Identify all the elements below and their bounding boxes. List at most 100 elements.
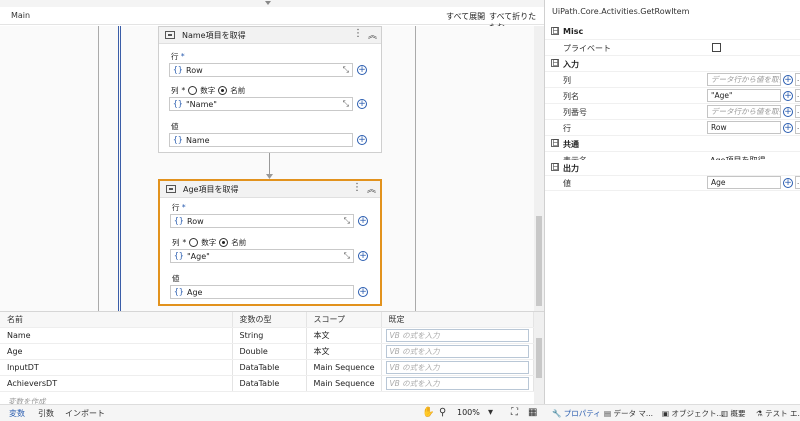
radio-name[interactable] (218, 86, 228, 95)
fit-screen-icon[interactable]: ⛶ (511, 407, 518, 418)
value-field[interactable]: {} Age (170, 285, 354, 299)
activity-title[interactable]: Age項目を取得 (183, 184, 238, 195)
var-scope[interactable]: 本文 (306, 343, 382, 360)
collapse-toggle-icon[interactable]: 日 (551, 163, 559, 171)
var-type[interactable]: DataTable (232, 375, 307, 392)
row-field[interactable]: {} Row ⤡ (170, 214, 354, 228)
var-type[interactable]: DataTable (232, 359, 307, 376)
add-plus-icon[interactable]: + (358, 251, 368, 261)
canvas-scrollbar[interactable] (534, 26, 544, 311)
ellipsis-button[interactable]: ... (795, 89, 800, 102)
tab-data-manager[interactable]: ▤ データ マ... (604, 408, 653, 419)
default-input[interactable]: VB の式を入力 (385, 360, 529, 374)
tab-arguments[interactable]: 引数 (38, 408, 54, 419)
zoom-icon[interactable]: ⚲ (439, 407, 446, 418)
var-type[interactable]: String (232, 327, 307, 344)
radio-name[interactable] (219, 238, 229, 247)
tab-properties[interactable]: 🔧 プロパティ (552, 408, 601, 419)
expand-editor-icon[interactable]: ⤡ (343, 65, 349, 75)
column-input[interactable]: データ行から値を取得 (707, 73, 781, 86)
tab-outline[interactable]: ▥ 概要 (721, 408, 745, 419)
zoom-dropdown-icon[interactable]: ▾ (488, 407, 493, 418)
category-input[interactable]: 日 入力 (545, 56, 800, 72)
scrollbar-thumb[interactable] (536, 216, 542, 306)
table-row[interactable]: InputDT DataTable Main Sequence VB の式を入力 (0, 359, 534, 376)
add-plus-icon[interactable]: + (358, 287, 368, 297)
var-scope[interactable]: Main Sequence (306, 375, 382, 392)
column-field[interactable]: {} "Age" ⤡ (170, 249, 354, 263)
var-name[interactable]: AchieversDT (0, 375, 233, 392)
more-options-icon[interactable]: ⋮ (353, 28, 363, 39)
row-field[interactable]: {} Row ⤡ (169, 63, 353, 77)
add-plus-icon[interactable]: + (783, 178, 793, 188)
column-index-input[interactable]: データ行から値を取得 (707, 105, 781, 118)
collapse-toggle-icon[interactable]: 日 (551, 27, 559, 35)
workflow-canvas[interactable]: Name項目を取得 ⋮ ︽ 行 * {} Row ⤡ + 列 * 数字 名前 {}… (0, 26, 534, 311)
add-plus-icon[interactable]: + (783, 75, 793, 85)
var-type[interactable]: Double (232, 343, 307, 360)
tab-imports[interactable]: インポート (65, 408, 105, 419)
radio-number[interactable] (188, 86, 198, 95)
tab-test-explorer[interactable]: ⚗ テスト エ... (756, 408, 800, 419)
default-input[interactable]: VB の式を入力 (385, 376, 529, 390)
ellipsis-button[interactable]: ... (795, 176, 800, 189)
activity-get-age[interactable]: Age項目を取得 ⋮ ︽ 行 * {} Row ⤡ + 列 * 数字 名前 {} … (158, 179, 382, 306)
expand-editor-icon[interactable]: ⤡ (343, 99, 349, 109)
add-plus-icon[interactable]: + (357, 65, 367, 75)
add-plus-icon[interactable]: + (783, 91, 793, 101)
ellipsis-button[interactable]: ... (795, 121, 800, 134)
activity-title[interactable]: Name項目を取得 (182, 30, 246, 41)
ellipsis-button[interactable]: ... (795, 73, 800, 86)
var-scope[interactable]: Main Sequence (306, 359, 382, 376)
var-default[interactable]: VB の式を入力 (381, 375, 534, 392)
category-output[interactable]: 日 出力 (545, 160, 800, 176)
add-plus-icon[interactable]: + (357, 99, 367, 109)
radio-number[interactable] (189, 238, 199, 247)
col-header-type[interactable]: 変数の型 (232, 312, 307, 328)
var-scope[interactable]: 本文 (306, 327, 382, 344)
var-default[interactable]: VB の式を入力 (381, 327, 534, 344)
table-row[interactable]: AchieversDT DataTable Main Sequence VB の… (0, 375, 534, 392)
var-name[interactable]: Age (0, 343, 233, 360)
expand-editor-icon[interactable]: ⤡ (344, 216, 350, 226)
ellipsis-button[interactable]: ... (795, 105, 800, 118)
expand-all-button[interactable]: すべて展開 (446, 11, 485, 22)
tab-object-repository[interactable]: ▣ オブジェクト... (662, 408, 724, 419)
col-header-name[interactable]: 名前 (0, 312, 233, 328)
more-options-icon[interactable]: ⋮ (352, 182, 362, 193)
add-plus-icon[interactable]: + (783, 107, 793, 117)
pan-hand-icon[interactable]: ✋ (422, 407, 434, 418)
collapse-toggle-icon[interactable]: 日 (551, 59, 559, 67)
private-checkbox[interactable] (712, 43, 721, 52)
column-field[interactable]: {} "Name" ⤡ (169, 97, 353, 111)
table-row[interactable]: Name String 本文 VB の式を入力 (0, 327, 534, 344)
default-input[interactable]: VB の式を入力 (385, 328, 529, 342)
var-name[interactable]: InputDT (0, 359, 233, 376)
col-header-default[interactable]: 既定 (381, 312, 534, 328)
row-input[interactable]: Row (707, 121, 781, 134)
scroll-up-indicator-icon[interactable] (265, 1, 271, 5)
variables-scrollbar[interactable] (534, 312, 544, 405)
breadcrumb[interactable]: Main (11, 11, 30, 20)
var-default[interactable]: VB の式を入力 (381, 343, 534, 360)
table-row[interactable]: Age Double 本文 VB の式を入力 (0, 343, 534, 360)
add-plus-icon[interactable]: + (358, 216, 368, 226)
collapse-icon[interactable]: ︽ (368, 28, 377, 41)
category-common[interactable]: 日 共通 (545, 136, 800, 152)
add-plus-icon[interactable]: + (357, 135, 367, 145)
collapse-icon[interactable]: ︽ (367, 182, 376, 195)
col-header-scope[interactable]: スコープ (306, 312, 382, 328)
column-name-input[interactable]: "Age" (707, 89, 781, 102)
var-name[interactable]: Name (0, 327, 233, 344)
value-field[interactable]: {} Name (169, 133, 353, 147)
value-input[interactable]: Age (707, 176, 781, 189)
collapse-toggle-icon[interactable]: 日 (551, 139, 559, 147)
expand-editor-icon[interactable]: ⤡ (344, 251, 350, 261)
default-input[interactable]: VB の式を入力 (385, 344, 529, 358)
activity-get-name[interactable]: Name項目を取得 ⋮ ︽ 行 * {} Row ⤡ + 列 * 数字 名前 {}… (158, 26, 382, 153)
category-misc[interactable]: 日 Misc (545, 24, 800, 40)
zoom-level[interactable]: 100% (457, 408, 480, 417)
scrollbar-thumb[interactable] (536, 338, 542, 378)
tab-variables[interactable]: 変数 (9, 408, 25, 419)
var-default[interactable]: VB の式を入力 (381, 359, 534, 376)
